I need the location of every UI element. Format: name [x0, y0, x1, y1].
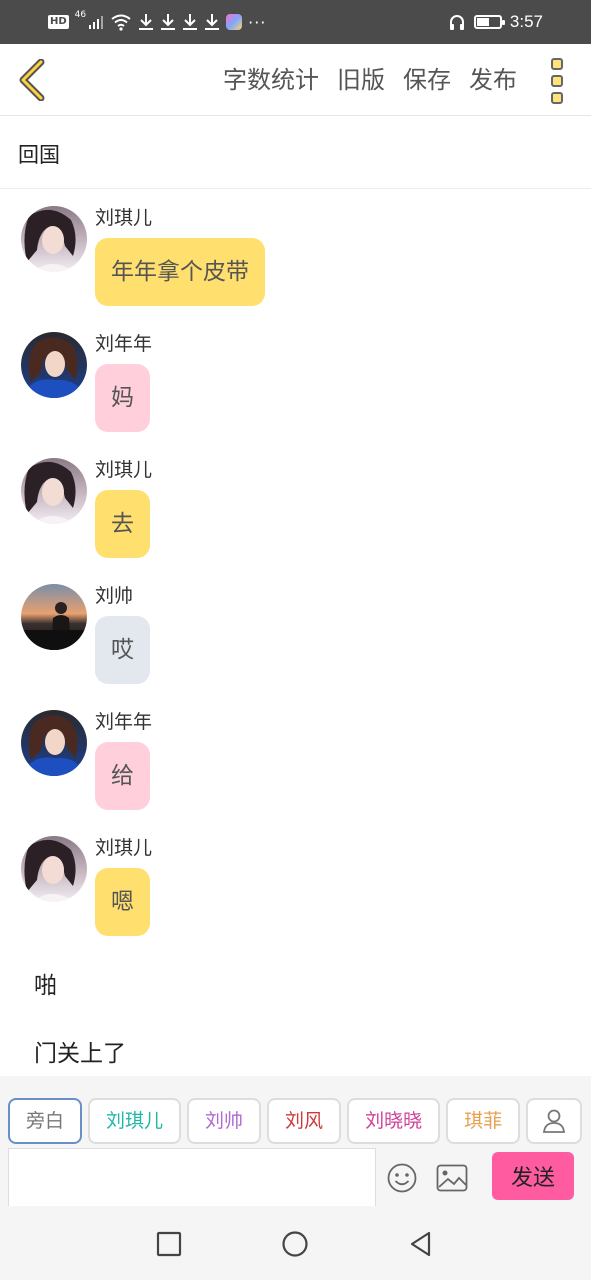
message-bubble: 给: [95, 742, 150, 810]
back-nav-icon[interactable]: [407, 1230, 435, 1258]
recents-icon[interactable]: [155, 1230, 183, 1258]
character-chip[interactable]: 刘风: [267, 1098, 342, 1144]
status-left: HD 46 ···: [48, 10, 266, 34]
character-manage-button[interactable]: [526, 1098, 582, 1144]
avatar-image: [21, 458, 87, 524]
avatar: [21, 332, 87, 398]
message-item[interactable]: 刘年年 妈: [0, 332, 591, 444]
download-icon: [139, 14, 154, 30]
message-bubble: 妈: [95, 364, 150, 432]
battery-icon: [473, 15, 505, 29]
avatar: [21, 458, 87, 524]
compose-panel: 旁白 刘琪儿 刘帅 刘风 刘晓晓 琪菲 发送: [0, 1076, 591, 1206]
save-button[interactable]: 保存: [403, 62, 451, 98]
sender-name: 刘琪儿: [95, 459, 153, 481]
avatar-image: [21, 206, 87, 272]
avatar-image: [21, 836, 87, 902]
system-nav-bar: [0, 1206, 591, 1280]
sender-name: 刘琪儿: [95, 207, 153, 229]
avatar-image: [21, 584, 87, 650]
sender-name: 刘年年: [95, 333, 153, 355]
person-icon: [542, 1109, 566, 1133]
menu-dot-icon: [551, 58, 563, 70]
character-selector: 旁白 刘琪儿 刘帅 刘风 刘晓晓 琪菲: [8, 1098, 524, 1144]
status-bar: HD 46 ··· 3:57: [0, 0, 591, 44]
character-chip[interactable]: 刘晓晓: [347, 1098, 441, 1144]
avatar: [21, 584, 87, 650]
publish-button[interactable]: 发布: [469, 62, 517, 98]
sender-name: 刘年年: [95, 711, 153, 733]
character-chip[interactable]: 刘帅: [187, 1098, 262, 1144]
more-notifications-icon: ···: [248, 12, 267, 32]
message-bubble: 年年拿个皮带: [95, 238, 265, 306]
avatar: [21, 206, 87, 272]
download-icon: [161, 14, 176, 30]
message-item[interactable]: 刘琪儿 年年拿个皮带: [0, 206, 591, 318]
app-notification-icon: [226, 14, 243, 30]
clock: 3:57: [509, 12, 543, 31]
avatar-image: [21, 710, 87, 776]
sender-name: 刘帅: [95, 585, 134, 607]
message-bubble: 哎: [95, 616, 150, 684]
status-right: 3:57: [448, 10, 543, 34]
battery-level: [476, 18, 489, 26]
more-menu-button[interactable]: [545, 58, 569, 104]
avatar: [21, 836, 87, 902]
network-type: 46: [74, 10, 87, 20]
sender-name: 刘琪儿: [95, 837, 153, 859]
message-bubble: 嗯: [95, 868, 150, 936]
back-button[interactable]: [12, 56, 52, 104]
download-icon: [183, 14, 198, 30]
download-icon: [205, 14, 220, 30]
story-title-row[interactable]: 回国: [0, 117, 591, 189]
message-item[interactable]: 刘帅 哎: [0, 584, 591, 696]
menu-dot-icon: [551, 75, 563, 87]
wifi-icon: [111, 14, 131, 31]
character-chip[interactable]: 琪菲: [446, 1098, 521, 1144]
menu-dot-icon: [551, 92, 563, 104]
home-icon[interactable]: [281, 1230, 309, 1258]
message-item[interactable]: 刘琪儿 去: [0, 458, 591, 570]
message-item[interactable]: 刘琪儿 嗯: [0, 836, 591, 948]
message-item[interactable]: 刘年年 给: [0, 710, 591, 822]
avatar: [21, 710, 87, 776]
signal-icon: [89, 16, 104, 29]
word-count-button[interactable]: 字数统计: [223, 62, 319, 98]
emoji-icon[interactable]: [386, 1162, 418, 1194]
message-input[interactable]: [8, 1148, 376, 1206]
story-title: 回国: [18, 143, 60, 167]
top-nav: 字数统计 旧版 保存 发布: [0, 44, 591, 116]
image-icon[interactable]: [436, 1164, 468, 1192]
narration-line[interactable]: 啪: [34, 966, 57, 1000]
character-chip[interactable]: 刘琪儿: [88, 1098, 182, 1144]
hd-badge: HD: [48, 15, 69, 29]
send-button[interactable]: 发送: [492, 1152, 574, 1200]
narration-line[interactable]: 门关上了: [34, 1034, 126, 1068]
headphones-icon: [449, 15, 464, 30]
old-version-button[interactable]: 旧版: [337, 62, 385, 98]
message-bubble: 去: [95, 490, 150, 558]
avatar-image: [21, 332, 87, 398]
nav-actions: 字数统计 旧版 保存 发布: [223, 62, 517, 98]
chevron-left-icon: [19, 59, 45, 101]
character-chip[interactable]: 旁白: [8, 1098, 83, 1144]
